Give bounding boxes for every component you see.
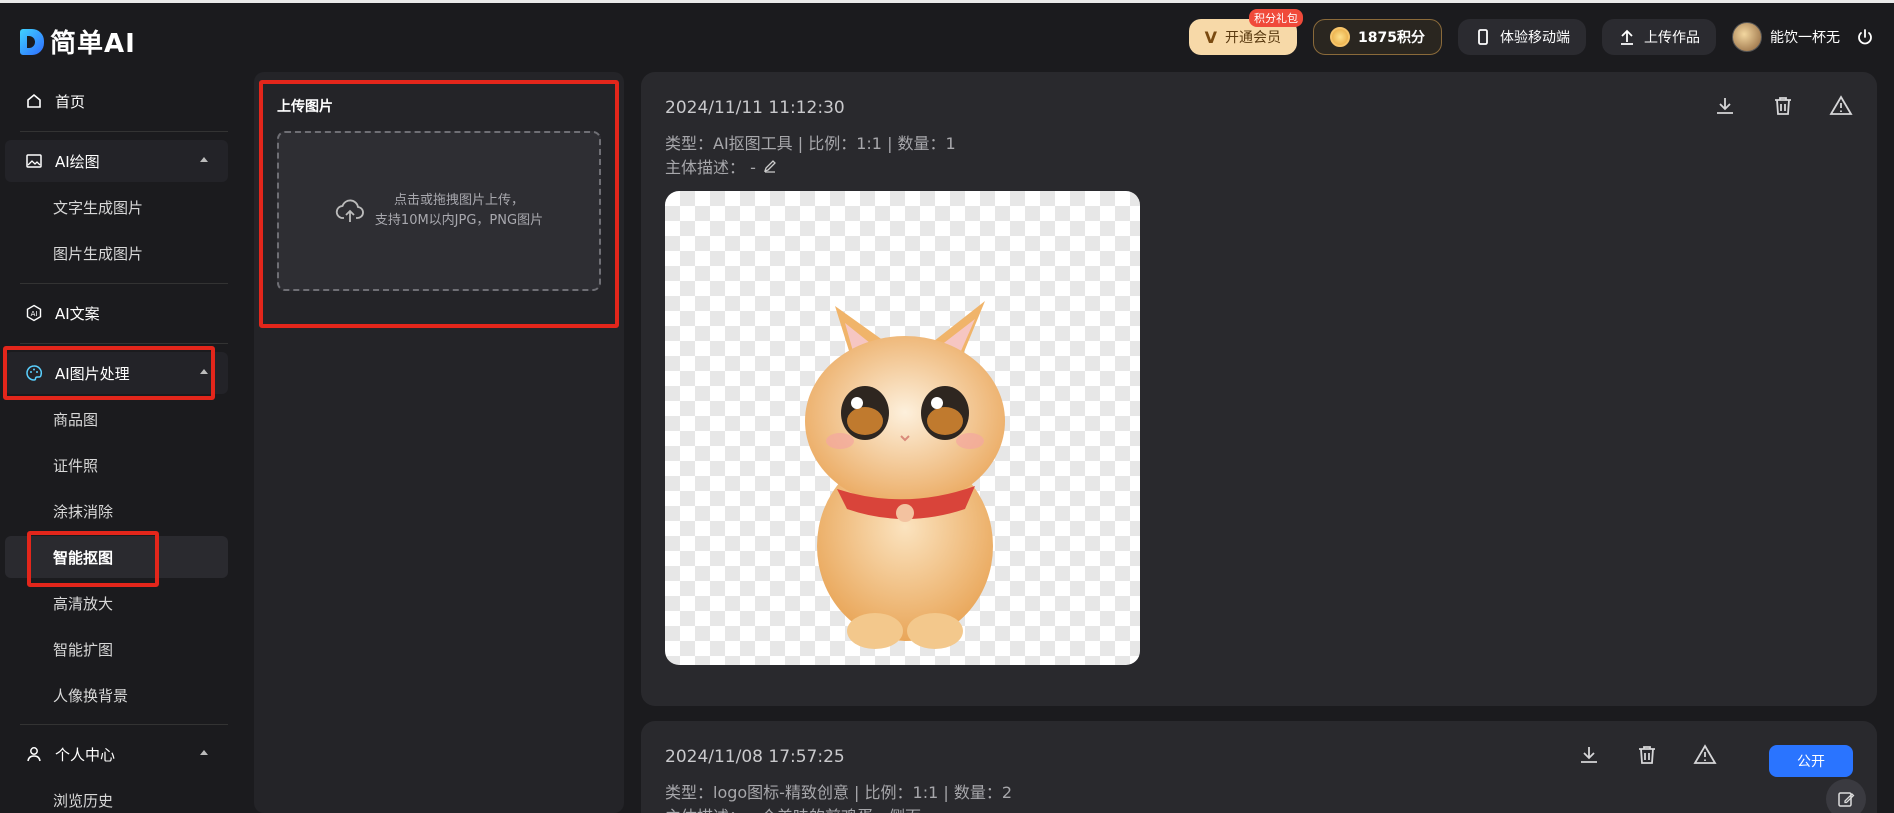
warning-icon[interactable] xyxy=(1693,743,1717,767)
sidebar-item-label: 图片生成图片 xyxy=(53,244,144,263)
vip-button[interactable]: V 开通会员 积分礼包 xyxy=(1188,9,1304,55)
sidebar-item-history[interactable]: 浏览历史 xyxy=(5,779,228,813)
result-card: 2024/11/08 17:57:25 类型：logo图标-精致创意 | 比例：… xyxy=(641,721,1877,813)
floating-edit-button[interactable] xyxy=(1826,779,1866,813)
sidebar-item-product-image[interactable]: 商品图 xyxy=(5,398,228,440)
vip-v-icon: V xyxy=(1204,27,1218,47)
trash-icon[interactable] xyxy=(1771,94,1795,118)
record-timestamp: 2024/11/08 17:57:25 xyxy=(665,747,845,767)
public-button[interactable]: 公开 xyxy=(1769,745,1853,777)
sidebar-item-label: 文字生成图片 xyxy=(53,198,144,217)
top-actions: V 开通会员 积分礼包 1875积分 体验移动端 上传作品 能饮一杯无 xyxy=(1188,9,1874,55)
sidebar-item-label: AI文案 xyxy=(55,304,100,323)
dropzone-hint-line1: 点击或拖拽图片上传， xyxy=(393,193,524,208)
sidebar-item-label: 智能扩图 xyxy=(53,640,114,659)
record-meta: 类型：AI抠图工具 | 比例：1:1 | 数量：1 xyxy=(665,134,956,153)
sidebar-item-label: 人像换背景 xyxy=(53,686,129,705)
upload-panel: 上传图片 点击或拖拽图片上传， 支持10M以内JPG，PNG图片 xyxy=(254,72,624,813)
sidebar-item-label: 商品图 xyxy=(53,410,99,429)
user-menu[interactable]: 能饮一杯无 xyxy=(1732,22,1840,52)
phone-icon xyxy=(1478,29,1488,45)
sidebar-item-label: 个人中心 xyxy=(55,745,116,764)
image-dropzone[interactable]: 点击或拖拽图片上传， 支持10M以内JPG，PNG图片 xyxy=(277,131,601,291)
sidebar: 首页 AI绘图 文字生成图片 图片生成图片 AI AI文案 AI图片处理 商品图… xyxy=(0,68,240,813)
username: 能饮一杯无 xyxy=(1770,30,1840,46)
sidebar-item-portrait-bg[interactable]: 人像换背景 xyxy=(5,674,228,716)
chevron-up-icon xyxy=(200,157,208,162)
sidebar-item-smart-cutout[interactable]: 智能抠图 xyxy=(5,536,228,578)
record-actions xyxy=(1713,94,1853,118)
svg-text:AI: AI xyxy=(31,310,38,318)
sidebar-item-label: 浏览历史 xyxy=(53,791,114,810)
points-gift-badge: 积分礼包 xyxy=(1249,9,1304,27)
record-subject-text: 主体描述： - xyxy=(665,158,756,177)
sidebar-item-label: 证件照 xyxy=(53,456,99,475)
points-label: 1875积分 xyxy=(1358,30,1425,46)
avatar xyxy=(1732,22,1762,52)
trash-icon[interactable] xyxy=(1635,743,1659,767)
download-icon[interactable] xyxy=(1577,743,1601,767)
sidebar-item-smart-expand[interactable]: 智能扩图 xyxy=(5,628,228,670)
dropzone-hint: 点击或拖拽图片上传， 支持10M以内JPG，PNG图片 xyxy=(375,191,543,231)
result-image[interactable] xyxy=(665,191,1140,665)
note-edit-icon xyxy=(1838,792,1855,807)
cloud-upload-icon xyxy=(335,199,364,222)
sidebar-item-hd-upscale[interactable]: 高清放大 xyxy=(5,582,228,624)
app-logo[interactable]: 简单AI xyxy=(20,23,136,60)
record-meta: 类型：logo图标-精致创意 | 比例：1:1 | 数量：2 xyxy=(665,783,1013,802)
upload-title: 上传图片 xyxy=(277,99,333,115)
download-icon[interactable] xyxy=(1713,94,1737,118)
sidebar-item-label: AI绘图 xyxy=(55,152,100,171)
home-icon xyxy=(27,93,41,108)
record-actions xyxy=(1577,743,1717,767)
sidebar-item-ai-draw[interactable]: AI绘图 xyxy=(5,140,228,182)
chevron-up-icon xyxy=(200,750,208,755)
sidebar-item-home[interactable]: 首页 xyxy=(5,80,228,122)
sidebar-item-text-to-image[interactable]: 文字生成图片 xyxy=(5,186,228,228)
sidebar-item-image-to-image[interactable]: 图片生成图片 xyxy=(5,232,228,274)
divider xyxy=(20,724,228,725)
dropzone-hint-line2: 支持10M以内JPG，PNG图片 xyxy=(374,213,544,228)
image-icon xyxy=(26,154,42,168)
upload-arrow-icon xyxy=(1621,29,1633,45)
edit-icon[interactable] xyxy=(762,158,778,174)
sidebar-item-label: 高清放大 xyxy=(53,594,114,613)
record-subject: 主体描述： - xyxy=(665,154,778,178)
logo-d-icon xyxy=(20,28,44,55)
cat-figurine-image xyxy=(805,301,1005,649)
sidebar-item-label: 首页 xyxy=(55,92,86,111)
results-list: 2024/11/11 11:12:30 类型：AI抠图工具 | 比例：1:1 |… xyxy=(641,72,1877,813)
vip-label: 开通会员 xyxy=(1225,30,1282,46)
mobile-button[interactable]: 体验移动端 xyxy=(1458,19,1586,55)
divider xyxy=(20,283,228,284)
coin-icon xyxy=(1330,27,1351,47)
mobile-label: 体验移动端 xyxy=(1500,30,1570,46)
warning-icon[interactable] xyxy=(1829,94,1853,118)
user-icon xyxy=(27,747,41,762)
record-subject: 主体描述：一个美味的煎鸡蛋，侧面 xyxy=(665,803,921,813)
divider xyxy=(20,343,228,344)
upload-work-label: 上传作品 xyxy=(1644,30,1700,46)
power-icon[interactable] xyxy=(1856,28,1874,46)
result-card: 2024/11/11 11:12:30 类型：AI抠图工具 | 比例：1:1 |… xyxy=(641,72,1877,706)
divider xyxy=(20,131,228,132)
record-timestamp: 2024/11/11 11:12:30 xyxy=(665,98,845,118)
top-bar: 简单AI V 开通会员 积分礼包 1875积分 体验移动端 上传作品 能饮一杯无 xyxy=(0,0,1894,68)
ai-badge-icon: AI xyxy=(26,304,42,322)
sidebar-item-ai-copy[interactable]: AI AI文案 xyxy=(5,292,228,334)
sidebar-item-ai-image-process[interactable]: AI图片处理 xyxy=(5,352,228,394)
sidebar-item-erase[interactable]: 涂抹消除 xyxy=(5,490,228,532)
logo-text: 简单AI xyxy=(50,29,136,59)
palette-icon xyxy=(26,365,43,381)
chevron-up-icon xyxy=(200,369,208,374)
sidebar-item-label: 涂抹消除 xyxy=(53,502,114,521)
upload-work-button[interactable]: 上传作品 xyxy=(1602,19,1716,55)
points-button[interactable]: 1875积分 xyxy=(1313,19,1442,55)
sidebar-item-label: AI图片处理 xyxy=(55,364,130,383)
sidebar-item-personal-center[interactable]: 个人中心 xyxy=(5,733,228,775)
sidebar-item-label: 智能抠图 xyxy=(53,548,114,567)
sidebar-item-id-photo[interactable]: 证件照 xyxy=(5,444,228,486)
